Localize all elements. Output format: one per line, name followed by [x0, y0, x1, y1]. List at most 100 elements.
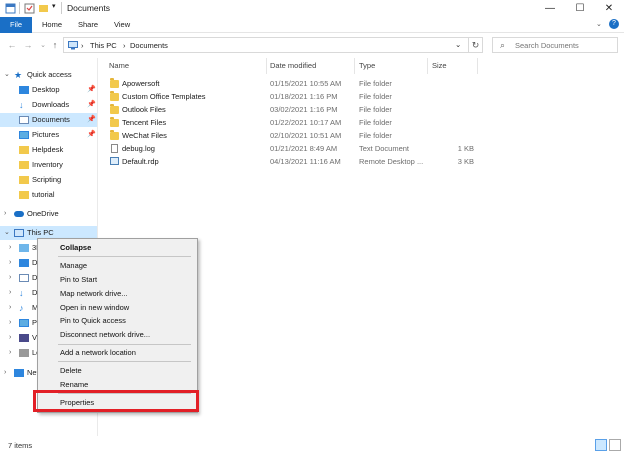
folder-icon	[110, 91, 119, 101]
tab-view[interactable]: View	[108, 17, 136, 33]
chevron-down-icon[interactable]: ⌄	[4, 68, 10, 82]
search-icon: ⌕	[500, 40, 506, 50]
ribbon-tabs: File Home Share View ⌄ ?	[0, 17, 624, 33]
help-icon[interactable]: ?	[609, 19, 619, 29]
folder-icon	[110, 130, 119, 140]
properties-highlight-box	[33, 390, 199, 412]
folder-icon	[110, 117, 119, 127]
chevron-right-icon[interactable]: ›	[9, 331, 11, 345]
nav-item-helpdesk[interactable]: Helpdesk	[0, 143, 97, 157]
tab-file[interactable]: File	[0, 17, 32, 33]
breadcrumb-this-pc[interactable]: This PC	[90, 41, 117, 50]
videos-icon	[19, 334, 29, 342]
file-row[interactable]: debug.log 01/21/2021 8:49 AM Text Docume…	[110, 143, 580, 156]
nav-item-pictures[interactable]: Pictures 📌	[0, 128, 97, 142]
pin-icon: 📌	[87, 116, 96, 123]
close-button[interactable]: ✕	[594, 0, 624, 17]
file-row[interactable]: WeChat Files 02/10/2021 10:51 AM File fo…	[110, 130, 580, 143]
breadcrumb-separator: ›	[123, 41, 126, 50]
customize-toolbar-icon[interactable]: ▾	[52, 2, 56, 10]
pictures-icon	[19, 131, 29, 139]
network-icon	[14, 369, 24, 377]
file-row[interactable]: Custom Office Templates 01/18/2021 1:16 …	[110, 91, 580, 104]
folder-icon	[19, 191, 29, 199]
chevron-right-icon[interactable]: ›	[4, 366, 6, 380]
chevron-right-icon[interactable]: ›	[9, 271, 11, 285]
folder-icon	[110, 104, 119, 114]
menu-item-pin-to-quick-access[interactable]: Pin to Quick access	[40, 314, 195, 327]
pictures-icon	[19, 319, 29, 327]
pin-icon: 📌	[87, 131, 96, 138]
nav-item-tutorial[interactable]: tutorial	[0, 188, 97, 202]
chevron-right-icon[interactable]: ›	[9, 346, 11, 360]
nav-item-documents[interactable]: Documents 📌	[0, 113, 97, 127]
back-button[interactable]: ←	[5, 38, 19, 52]
file-row[interactable]: Tencent Files 01/22/2021 10:17 AM File f…	[110, 117, 580, 130]
file-row[interactable]: Default.rdp 04/13/2021 11:16 AM Remote D…	[110, 156, 580, 169]
folder-icon	[19, 146, 29, 154]
menu-item-collapse[interactable]: Collapse	[40, 241, 195, 254]
desktop-icon	[19, 86, 29, 94]
tab-share[interactable]: Share	[72, 17, 104, 33]
chevron-right-icon[interactable]: ›	[9, 256, 11, 270]
star-icon: ★	[14, 70, 23, 80]
file-row[interactable]: Outlook Files 03/02/2021 1:16 PM File fo…	[110, 104, 580, 117]
explorer-app-icon[interactable]	[5, 3, 16, 16]
tab-home[interactable]: Home	[36, 17, 68, 33]
nav-item-inventory[interactable]: Inventory	[0, 158, 97, 172]
chevron-right-icon[interactable]: ›	[9, 286, 11, 300]
status-bar: 7 items	[0, 436, 624, 455]
pin-icon: 📌	[87, 101, 96, 108]
column-header-name[interactable]: Name	[105, 58, 267, 74]
details-view-button[interactable]	[595, 439, 607, 451]
search-input[interactable]	[515, 40, 615, 51]
chevron-right-icon[interactable]: ›	[9, 316, 11, 330]
documents-icon	[19, 274, 29, 282]
menu-item-manage[interactable]: Manage	[40, 259, 195, 272]
breadcrumb-documents[interactable]: Documents	[130, 41, 168, 50]
documents-icon	[19, 116, 29, 124]
drive-icon	[19, 349, 29, 357]
minimize-button[interactable]: —	[535, 0, 565, 17]
nav-onedrive[interactable]: › OneDrive	[0, 207, 97, 221]
this-pc-icon	[68, 41, 78, 52]
properties-quick-icon[interactable]	[24, 3, 35, 16]
menu-separator	[58, 256, 191, 257]
chevron-right-icon[interactable]: ›	[9, 241, 11, 255]
address-dropdown-icon[interactable]: ⌄	[455, 40, 461, 49]
forward-button[interactable]: →	[21, 38, 35, 52]
column-header-size[interactable]: Size	[428, 58, 478, 74]
folder-icon	[19, 161, 29, 169]
this-pc-icon	[14, 229, 24, 237]
chevron-down-icon[interactable]: ⌄	[4, 226, 10, 240]
menu-separator	[58, 344, 191, 345]
rdp-file-icon	[110, 157, 119, 165]
search-box[interactable]: ⌕	[492, 37, 618, 53]
nav-item-downloads[interactable]: ↓ Downloads 📌	[0, 98, 97, 112]
maximize-button[interactable]: ☐	[565, 0, 595, 17]
up-button[interactable]: ↑	[48, 38, 62, 52]
file-row[interactable]: Apowersoft 01/15/2021 10:55 AM File fold…	[110, 78, 580, 91]
refresh-button[interactable]: ↻	[468, 38, 482, 52]
nav-item-scripting[interactable]: Scripting	[0, 173, 97, 187]
menu-item-map-network-drive[interactable]: Map network drive...	[40, 287, 195, 300]
nav-item-desktop[interactable]: Desktop 📌	[0, 83, 97, 97]
chevron-right-icon[interactable]: ›	[4, 207, 6, 221]
menu-item-pin-to-start[interactable]: Pin to Start	[40, 273, 195, 286]
column-header-type[interactable]: Type	[355, 58, 428, 74]
menu-item-open-in-new-window[interactable]: Open in new window	[40, 301, 195, 314]
column-header-date-modified[interactable]: Date modified	[266, 58, 355, 74]
large-icons-view-button[interactable]	[609, 439, 621, 451]
menu-item-add-network-location[interactable]: Add a network location	[40, 346, 195, 359]
menu-item-disconnect-network-drive[interactable]: Disconnect network drive...	[40, 328, 195, 341]
folder-icon	[19, 176, 29, 184]
expand-ribbon-icon[interactable]: ⌄	[596, 20, 602, 28]
folder-icon	[110, 78, 119, 88]
nav-quick-access[interactable]: ⌄ ★ Quick access	[0, 68, 97, 82]
new-folder-quick-icon[interactable]	[38, 3, 49, 16]
menu-item-delete[interactable]: Delete	[40, 364, 195, 377]
text-file-icon	[111, 144, 118, 153]
address-bar[interactable]: › This PC › Documents ⌄	[63, 37, 483, 53]
address-row: ← → ⌄ ↑ › This PC › Documents ⌄ ↻ ⌕	[0, 34, 624, 56]
chevron-right-icon[interactable]: ›	[9, 301, 11, 315]
